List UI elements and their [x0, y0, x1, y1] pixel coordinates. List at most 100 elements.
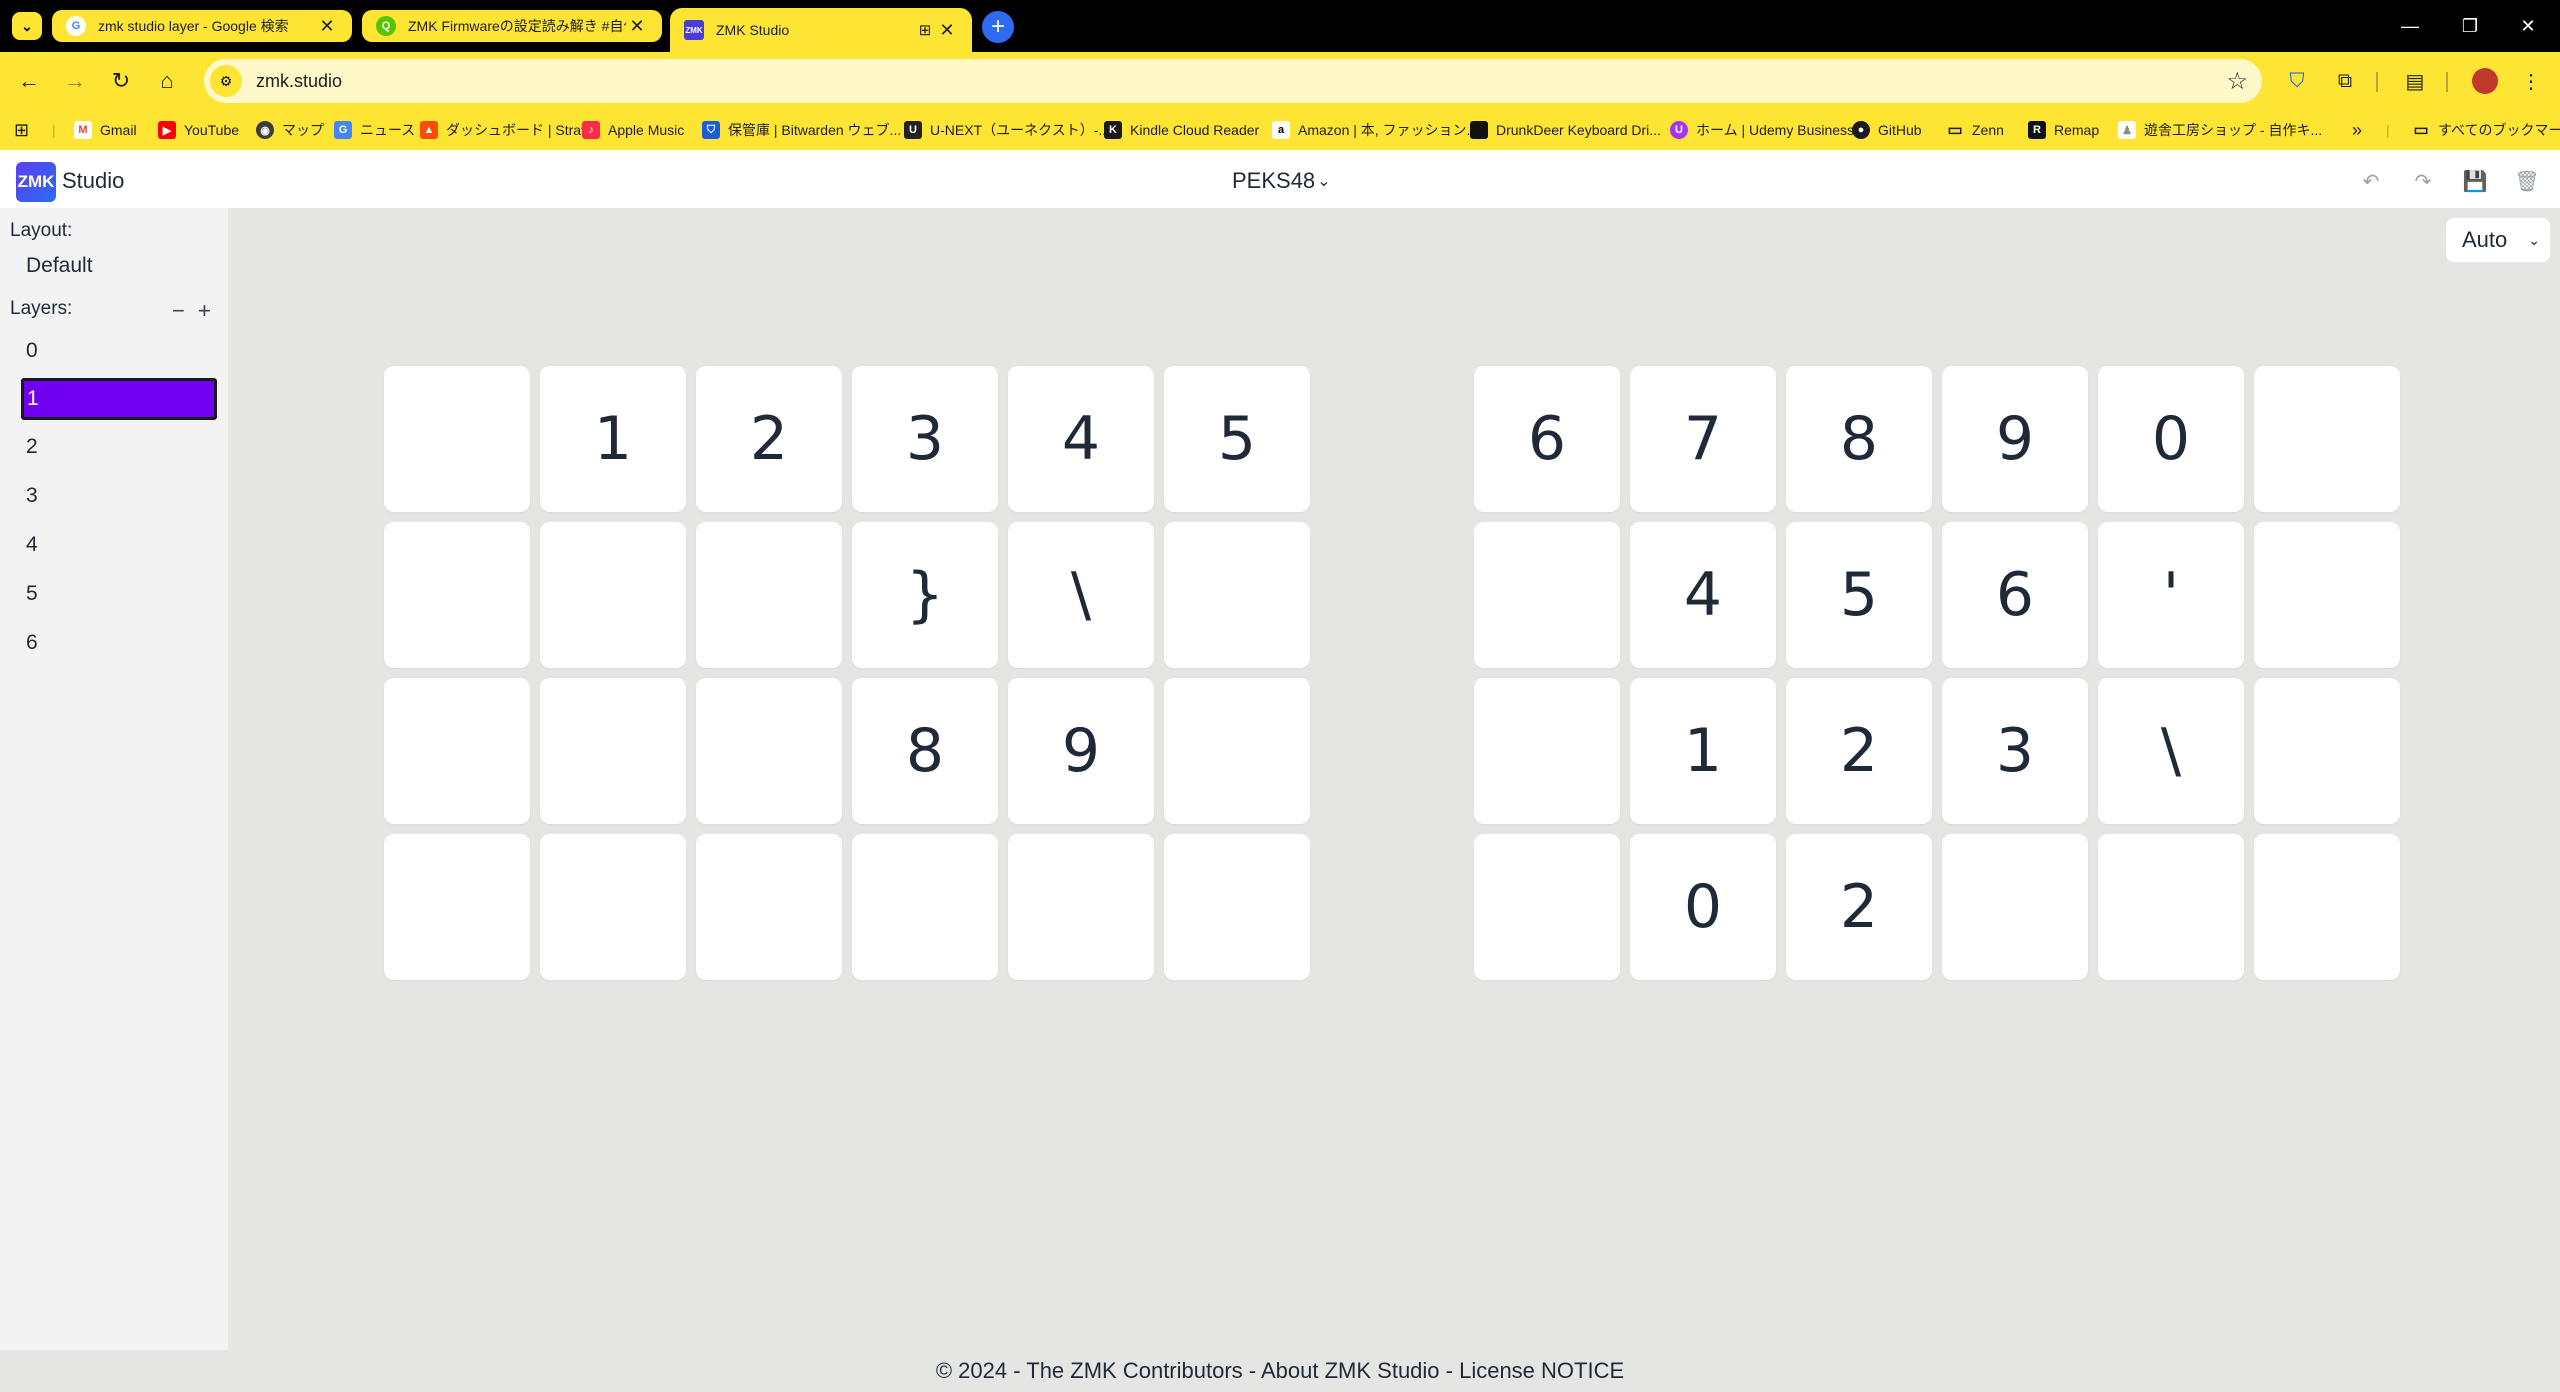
key-left-r0-c1[interactable]: 1: [540, 366, 686, 512]
save-icon[interactable]: 💾: [2460, 166, 2490, 196]
menu-icon[interactable]: ⋮: [2514, 64, 2548, 98]
key-right-r2-c4[interactable]: \: [2098, 678, 2244, 824]
key-right-r2-c5[interactable]: [2254, 678, 2400, 824]
key-right-r1-c3[interactable]: 6: [1942, 522, 2088, 668]
key-left-r1-c0[interactable]: [384, 522, 530, 668]
key-left-r1-c2[interactable]: [696, 522, 842, 668]
apps-grid-icon[interactable]: ⊞: [14, 118, 29, 142]
browser-tab-zmk-studio[interactable]: ZMK ZMK Studio ⊞ ✕: [670, 8, 972, 52]
key-left-r3-c3[interactable]: [852, 834, 998, 980]
bookmark-amazon[interactable]: a Amazon | 本, ファッション...: [1272, 118, 1478, 142]
all-bookmarks-folder[interactable]: ▭ すべてのブックマーク: [2412, 118, 2560, 142]
key-right-r0-c0[interactable]: 6: [1474, 366, 1620, 512]
keyboard-selector[interactable]: PEKS48 ⌄: [1232, 168, 1331, 194]
bookmark-apple-music[interactable]: ♪ Apple Music: [582, 118, 684, 142]
key-left-r1-c1[interactable]: [540, 522, 686, 668]
discard-icon[interactable]: 🗑: [2512, 166, 2542, 196]
reload-button[interactable]: ↻: [104, 64, 138, 98]
browser-tab-qiita[interactable]: Q ZMK Firmwareの設定読み解き #自作キ ✕: [362, 10, 662, 42]
address-bar[interactable]: ⚙ zmk.studio ☆: [204, 59, 2262, 103]
close-icon[interactable]: ✕: [626, 16, 648, 37]
more-bookmarks-icon[interactable]: »: [2352, 118, 2362, 142]
bookmark-star-icon[interactable]: ☆: [2226, 67, 2248, 96]
layer-item-4[interactable]: 4: [21, 524, 217, 566]
key-left-r3-c1[interactable]: [540, 834, 686, 980]
key-left-r0-c5[interactable]: 5: [1164, 366, 1310, 512]
key-right-r3-c1[interactable]: 0: [1630, 834, 1776, 980]
key-left-r2-c5[interactable]: [1164, 678, 1310, 824]
bitwarden-extension-icon[interactable]: ⛉: [2280, 64, 2314, 98]
key-right-r0-c3[interactable]: 9: [1942, 366, 2088, 512]
key-left-r1-c3[interactable]: }: [852, 522, 998, 668]
close-icon[interactable]: ✕: [936, 20, 958, 41]
layer-item-1[interactable]: 1: [21, 378, 217, 420]
redo-icon[interactable]: ↷: [2408, 166, 2438, 196]
key-left-r0-c4[interactable]: 4: [1008, 366, 1154, 512]
reading-list-icon[interactable]: ▤: [2398, 64, 2432, 98]
bookmark-strava[interactable]: ▲ ダッシュボード | Strava: [420, 118, 596, 142]
bookmark-udemy[interactable]: U ホーム | Udemy Business: [1670, 118, 1854, 142]
new-tab-button[interactable]: +: [982, 11, 1014, 43]
key-left-r2-c4[interactable]: 9: [1008, 678, 1154, 824]
bookmark-youtube[interactable]: ▶ YouTube: [158, 118, 239, 142]
add-layer-icon[interactable]: +: [198, 298, 211, 324]
key-left-r2-c1[interactable]: [540, 678, 686, 824]
key-right-r1-c0[interactable]: [1474, 522, 1620, 668]
key-right-r2-c0[interactable]: [1474, 678, 1620, 824]
profile-avatar[interactable]: [2468, 64, 2502, 98]
layout-value[interactable]: Default: [26, 254, 93, 278]
back-button[interactable]: ←: [12, 64, 46, 98]
key-left-r2-c0[interactable]: [384, 678, 530, 824]
key-right-r2-c3[interactable]: 3: [1942, 678, 2088, 824]
bookmark-bitwarden[interactable]: ⛉ 保管庫 | Bitwarden ウェブ...: [702, 118, 901, 142]
key-right-r0-c4[interactable]: 0: [2098, 366, 2244, 512]
layer-item-6[interactable]: 6: [21, 622, 217, 664]
undo-icon[interactable]: ↶: [2356, 166, 2386, 196]
key-left-r3-c4[interactable]: [1008, 834, 1154, 980]
restore-button[interactable]: ❐: [2450, 8, 2490, 44]
close-window-button[interactable]: ✕: [2508, 8, 2548, 44]
bookmark-gmail[interactable]: M Gmail: [74, 118, 137, 142]
bookmark-kindle[interactable]: K Kindle Cloud Reader: [1104, 118, 1259, 142]
close-icon[interactable]: ✕: [316, 16, 338, 37]
key-left-r2-c2[interactable]: [696, 678, 842, 824]
layer-item-2[interactable]: 2: [21, 426, 217, 468]
bookmark-yusha-kobo[interactable]: ♟ 遊舎工房ショップ - 自作キ...: [2118, 118, 2322, 142]
key-right-r2-c1[interactable]: 1: [1630, 678, 1776, 824]
tab-search-button[interactable]: ⌄: [12, 12, 42, 40]
bookmark-maps[interactable]: ◉ マップ: [256, 118, 324, 142]
bookmark-drunkdeer[interactable]: DrunkDeer Keyboard Dri...: [1470, 118, 1661, 142]
layer-item-0[interactable]: 0: [21, 330, 217, 372]
key-right-r0-c2[interactable]: 8: [1786, 366, 1932, 512]
key-right-r3-c5[interactable]: [2254, 834, 2400, 980]
key-left-r3-c5[interactable]: [1164, 834, 1310, 980]
key-right-r3-c0[interactable]: [1474, 834, 1620, 980]
minimize-button[interactable]: —: [2390, 8, 2430, 44]
key-right-r1-c5[interactable]: [2254, 522, 2400, 668]
layer-item-3[interactable]: 3: [21, 475, 217, 517]
key-left-r0-c2[interactable]: 2: [696, 366, 842, 512]
key-right-r3-c2[interactable]: 2: [1786, 834, 1932, 980]
layer-item-5[interactable]: 5: [21, 573, 217, 615]
key-left-r3-c0[interactable]: [384, 834, 530, 980]
key-left-r1-c4[interactable]: \: [1008, 522, 1154, 668]
bookmark-zenn[interactable]: ▭ Zenn: [1946, 118, 2003, 142]
tab-groups-icon[interactable]: ⊞: [914, 21, 936, 39]
key-right-r0-c1[interactable]: 7: [1630, 366, 1776, 512]
site-info-icon[interactable]: ⚙: [210, 65, 242, 97]
key-left-r1-c5[interactable]: [1164, 522, 1310, 668]
key-right-r1-c1[interactable]: 4: [1630, 522, 1776, 668]
bookmark-news[interactable]: G ニュース: [334, 118, 415, 142]
key-right-r1-c4[interactable]: ': [2098, 522, 2244, 668]
key-left-r0-c0[interactable]: [384, 366, 530, 512]
bookmark-remap[interactable]: R Remap: [2028, 118, 2099, 142]
bookmark-github[interactable]: ● GitHub: [1852, 118, 1922, 142]
url-text[interactable]: zmk.studio: [256, 71, 342, 92]
forward-button[interactable]: →: [58, 64, 92, 98]
key-right-r3-c4[interactable]: [2098, 834, 2244, 980]
key-right-r3-c3[interactable]: [1942, 834, 2088, 980]
key-right-r1-c2[interactable]: 5: [1786, 522, 1932, 668]
remove-layer-icon[interactable]: −: [172, 298, 185, 324]
home-button[interactable]: ⌂: [150, 64, 184, 98]
key-left-r3-c2[interactable]: [696, 834, 842, 980]
